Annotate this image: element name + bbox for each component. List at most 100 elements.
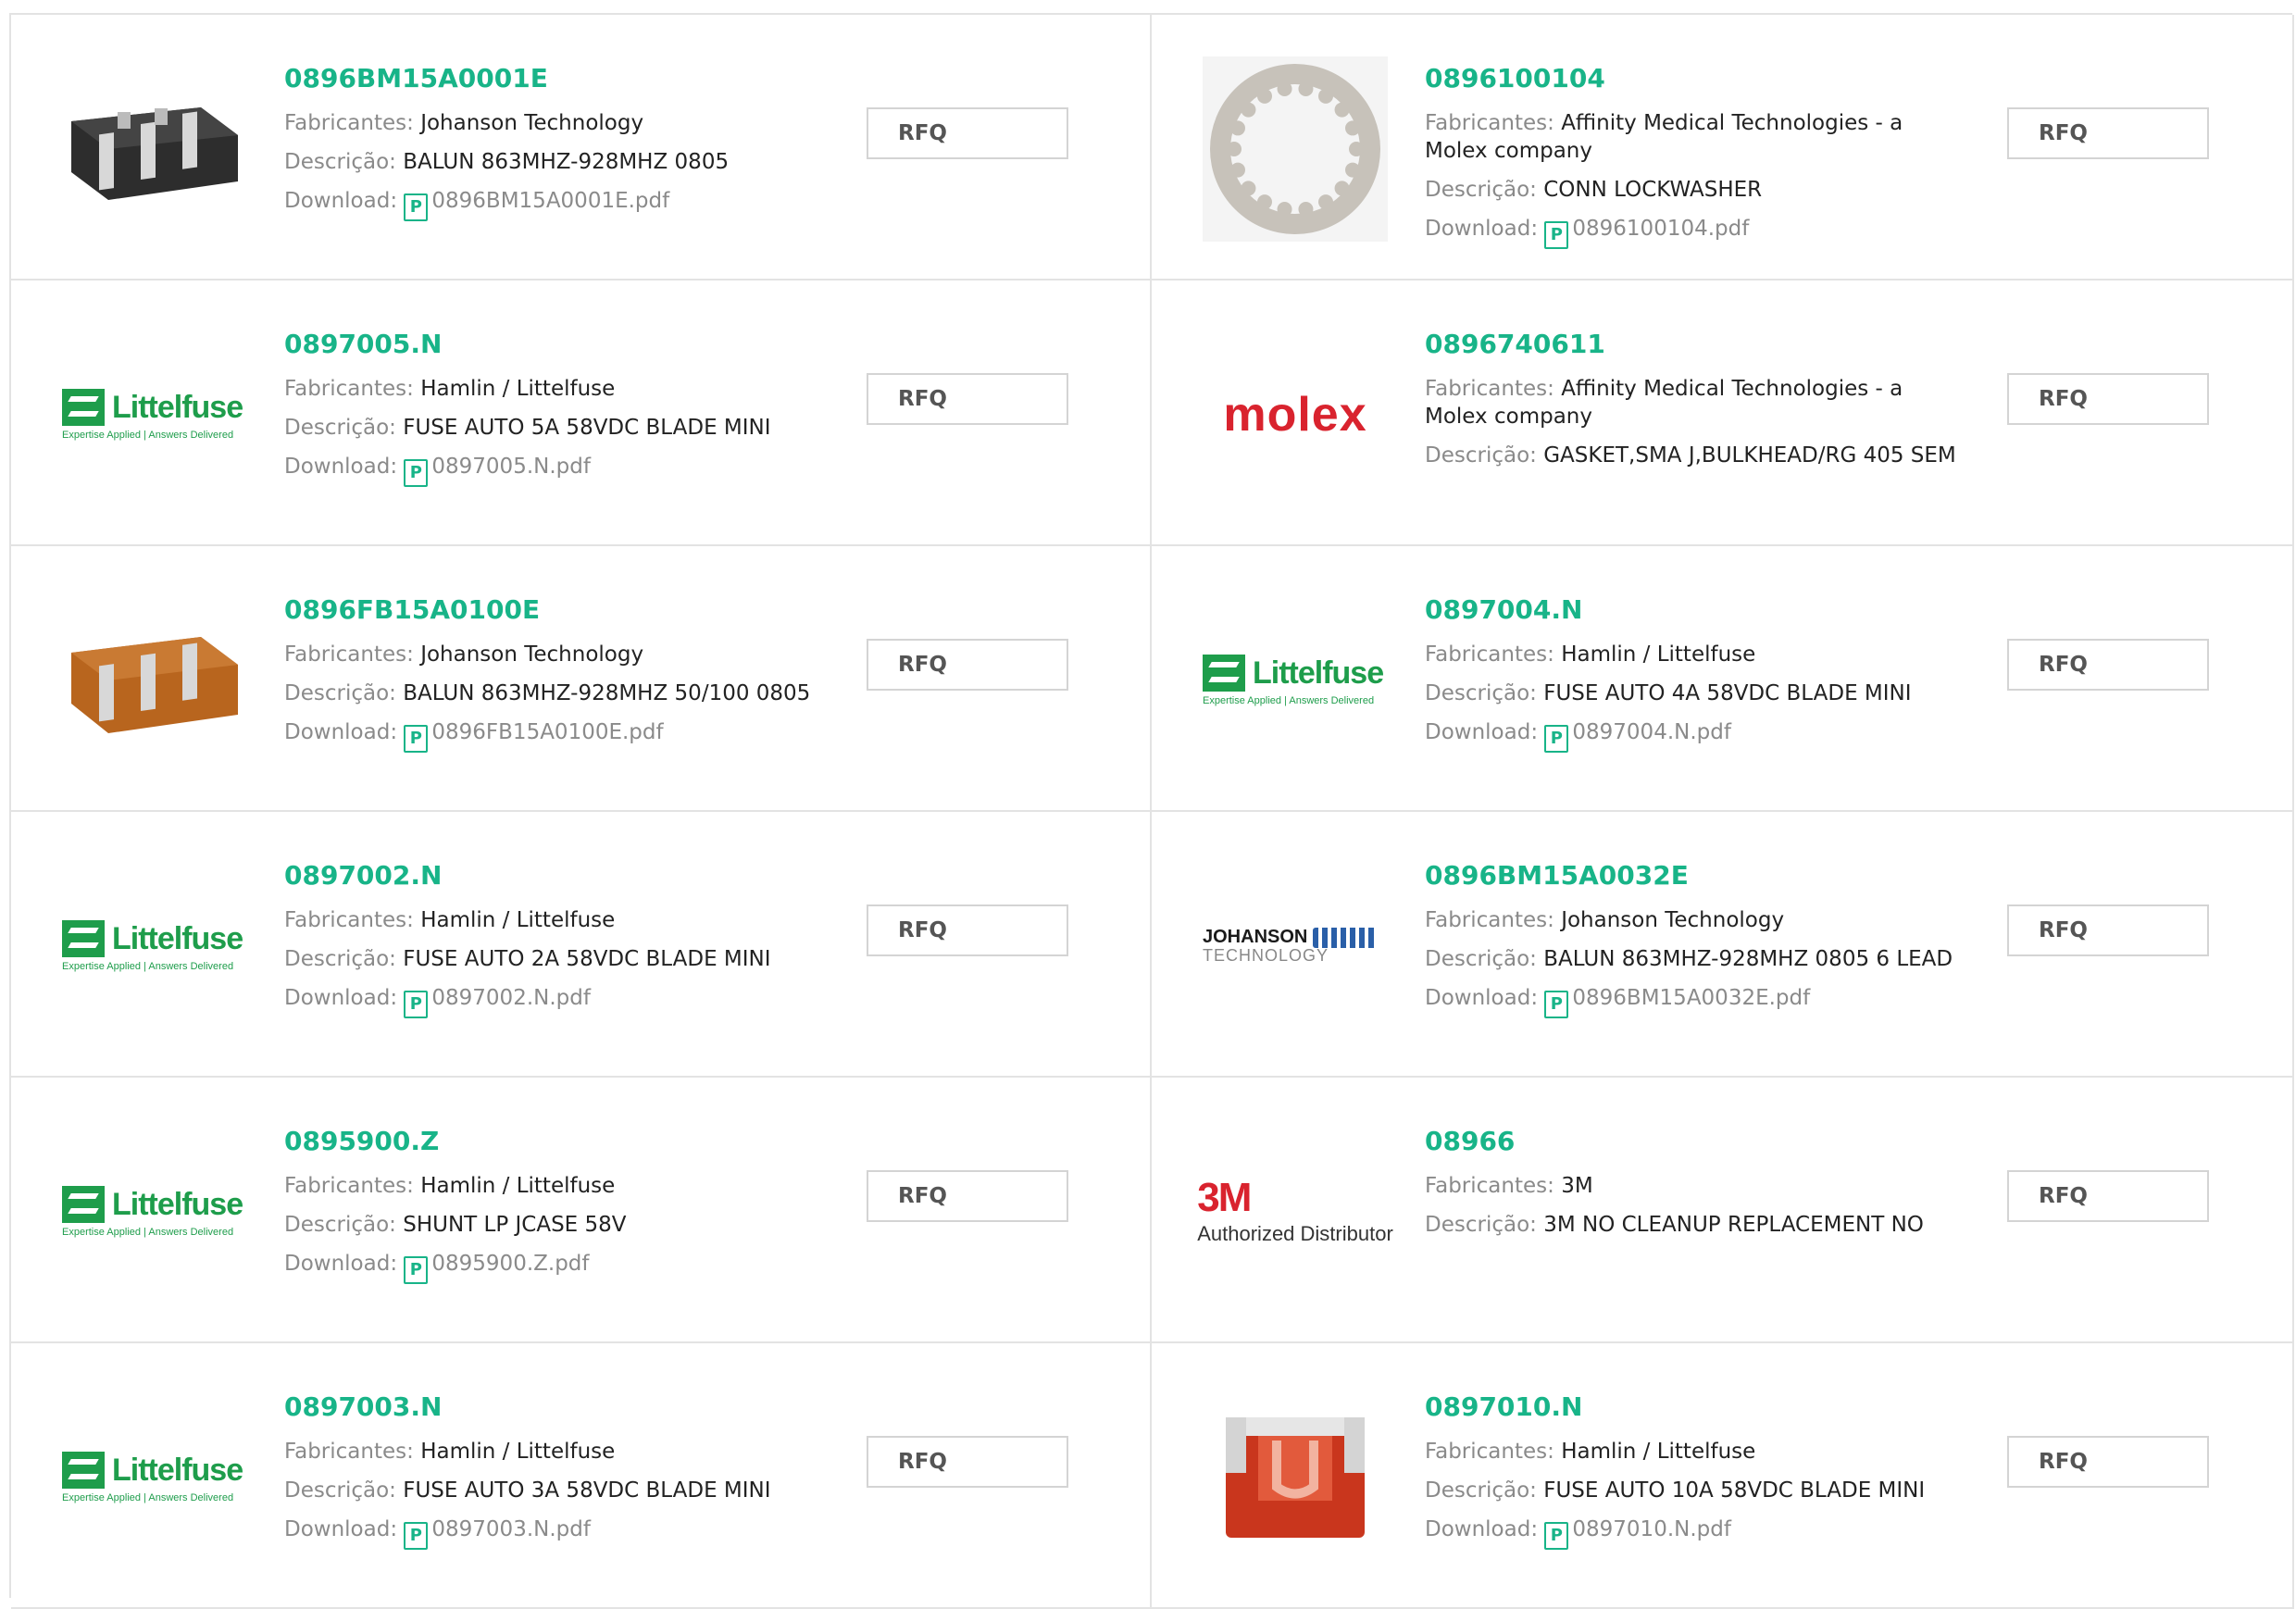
product-grid: 0896BM15A0001E Fabricantes: Johanson Tec… <box>9 13 2294 1609</box>
datasheet-link[interactable]: P 0895900.Z.pdf <box>404 1252 590 1284</box>
rfq-button[interactable]: RFQ <box>867 1170 1068 1222</box>
download-label: Download: <box>284 189 405 213</box>
part-number-link[interactable]: 0897002.N <box>284 860 840 892</box>
rfq-button[interactable]: RFQ <box>867 904 1068 956</box>
datasheet-link[interactable]: P 0896FB15A0100E.pdf <box>404 720 664 753</box>
download-row: Download: P 0895900.Z.pdf <box>284 1250 840 1284</box>
manufacturer-label: Fabricantes: <box>284 1174 421 1198</box>
rfq-button[interactable]: RFQ <box>2007 904 2209 956</box>
product-info: 0896740611 Fabricantes: Affinity Medical… <box>1425 329 1980 480</box>
description-label: Descrição: <box>1425 1213 1544 1237</box>
datasheet-filename: 0896BM15A0032E.pdf <box>1572 986 1811 1010</box>
littelfuse-mark-icon <box>62 1452 105 1489</box>
product-thumbnail[interactable] <box>57 588 252 773</box>
download-label: Download: <box>284 1517 405 1541</box>
rfq-button[interactable]: RFQ <box>2007 373 2209 425</box>
datasheet-filename: 0897003.N.pdf <box>431 1517 591 1541</box>
datasheet-filename: 0897005.N.pdf <box>431 455 591 479</box>
description-row: Descrição: GASKET,SMA J,BULKHEAD/RG 405 … <box>1425 442 1980 469</box>
datasheet-link[interactable]: P 0897003.N.pdf <box>404 1517 591 1550</box>
download-row: Download: P 0896BM15A0032E.pdf <box>1425 984 1980 1018</box>
littelfuse-mark-icon <box>62 389 105 426</box>
datasheet-filename: 0897004.N.pdf <box>1572 720 1731 744</box>
littelfuse-logo: Littelfuse Expertise Applied | Answers D… <box>1203 655 1388 706</box>
download-label: Download: <box>1425 720 1545 744</box>
part-number-link[interactable]: 0897004.N <box>1425 594 1980 626</box>
rfq-button[interactable]: RFQ <box>2007 1170 2209 1222</box>
littelfuse-logo: Littelfuse Expertise Applied | Answers D… <box>62 920 247 972</box>
download-row: Download: P 0897003.N.pdf <box>284 1515 840 1550</box>
part-number-link[interactable]: 0895900.Z <box>284 1126 840 1157</box>
part-number-link[interactable]: 0896BM15A0032E <box>1425 860 1980 892</box>
part-number-link[interactable]: 0896740611 <box>1425 329 1980 360</box>
download-row: Download: P 0897002.N.pdf <box>284 984 840 1018</box>
product-info: 0897004.N Fabricantes: Hamlin / Littelfu… <box>1425 594 1980 764</box>
part-number-link[interactable]: 08966 <box>1425 1126 1980 1157</box>
description-value: 3M NO CLEANUP REPLACEMENT NO <box>1543 1213 1924 1237</box>
part-number-link[interactable]: 0897010.N <box>1425 1391 1980 1423</box>
rfq-button[interactable]: RFQ <box>2007 107 2209 159</box>
rfq-button[interactable]: RFQ <box>867 1436 1068 1488</box>
littelfuse-tagline: Expertise Applied | Answers Delivered <box>1203 695 1375 706</box>
description-label: Descrição: <box>1425 443 1544 468</box>
manufacturer-value: Hamlin / Littelfuse <box>420 908 616 932</box>
datasheet-link[interactable]: P 0896BM15A0001E.pdf <box>404 189 669 221</box>
product-thumbnail[interactable] <box>1198 56 1392 242</box>
datasheet-link[interactable]: P 0897004.N.pdf <box>1544 720 1731 753</box>
manufacturer-row: Fabricantes: Hamlin / Littelfuse <box>284 375 840 403</box>
description-row: Descrição: BALUN 863MHZ-928MHZ 0805 6 LE… <box>1425 945 1980 973</box>
datasheet-link[interactable]: P 0896100104.pdf <box>1544 217 1749 249</box>
littelfuse-mark-icon <box>62 1186 105 1223</box>
manufacturer-value: 3M <box>1561 1174 1593 1198</box>
description-row: Descrição: FUSE AUTO 5A 58VDC BLADE MINI <box>284 414 840 442</box>
product-card: molex 0896740611 Fabricantes: Affinity M… <box>1152 281 2294 546</box>
datasheet-link[interactable]: P 0897010.N.pdf <box>1544 1517 1731 1550</box>
product-thumbnail[interactable] <box>57 56 252 242</box>
product-thumbnail[interactable]: Littelfuse Expertise Applied | Answers D… <box>1198 588 1392 773</box>
product-thumbnail[interactable]: JOHANSON TECHNOLOGY <box>1198 854 1392 1039</box>
product-thumbnail[interactable]: Littelfuse Expertise Applied | Answers D… <box>57 1119 252 1304</box>
product-thumbnail[interactable]: 3M Authorized Distributor <box>1197 1119 1393 1304</box>
description-value: FUSE AUTO 3A 58VDC BLADE MINI <box>403 1478 771 1503</box>
manufacturer-label: Fabricantes: <box>1425 642 1562 667</box>
description-value: BALUN 863MHZ-928MHZ 0805 6 LEAD <box>1543 947 1953 971</box>
part-number-link[interactable]: 0896BM15A0001E <box>284 63 840 94</box>
part-number-link[interactable]: 0897003.N <box>284 1391 840 1423</box>
pdf-icon: P <box>1544 725 1569 753</box>
rfq-button[interactable]: RFQ <box>2007 1436 2209 1488</box>
manufacturer-label: Fabricantes: <box>284 642 421 667</box>
rfq-button[interactable]: RFQ <box>867 639 1068 691</box>
product-info: 0897005.N Fabricantes: Hamlin / Littelfu… <box>284 329 840 498</box>
description-value: BALUN 863MHZ-928MHZ 0805 <box>403 150 730 174</box>
rfq-button[interactable]: RFQ <box>2007 639 2209 691</box>
download-label: Download: <box>284 455 405 479</box>
datasheet-link[interactable]: P 0897005.N.pdf <box>404 455 591 487</box>
product-info: 0896BM15A0032E Fabricantes: Johanson Tec… <box>1425 860 1980 1029</box>
product-thumbnail[interactable]: Littelfuse Expertise Applied | Answers D… <box>57 1385 252 1570</box>
product-card: 0896BM15A0001E Fabricantes: Johanson Tec… <box>11 15 1152 281</box>
manufacturer-row: Fabricantes: Hamlin / Littelfuse <box>284 1438 840 1466</box>
manufacturer-row: Fabricantes: Hamlin / Littelfuse <box>284 1172 840 1200</box>
3m-wordmark: 3M <box>1197 1175 1252 1220</box>
product-thumbnail[interactable]: molex <box>1198 322 1392 507</box>
product-info: 0897010.N Fabricantes: Hamlin / Littelfu… <box>1425 1391 1980 1561</box>
littelfuse-tagline: Expertise Applied | Answers Delivered <box>62 961 234 972</box>
rfq-button[interactable]: RFQ <box>867 107 1068 159</box>
part-number-link[interactable]: 0897005.N <box>284 329 840 360</box>
littelfuse-wordmark: Littelfuse <box>112 920 243 956</box>
product-thumbnail[interactable] <box>1198 1385 1392 1570</box>
product-thumbnail[interactable]: Littelfuse Expertise Applied | Answers D… <box>57 322 252 507</box>
pdf-icon: P <box>1544 221 1569 249</box>
description-row: Descrição: 3M NO CLEANUP REPLACEMENT NO <box>1425 1211 1980 1239</box>
datasheet-link[interactable]: P 0897002.N.pdf <box>404 986 591 1018</box>
datasheet-link[interactable]: P 0896BM15A0032E.pdf <box>1544 986 1811 1018</box>
download-row: Download: P 0897004.N.pdf <box>1425 718 1980 753</box>
description-row: Descrição: FUSE AUTO 10A 58VDC BLADE MIN… <box>1425 1477 1980 1504</box>
rfq-button[interactable]: RFQ <box>867 373 1068 425</box>
part-number-link[interactable]: 0896FB15A0100E <box>284 594 840 626</box>
pdf-icon: P <box>404 459 429 487</box>
manufacturer-label: Fabricantes: <box>1425 377 1562 401</box>
product-thumbnail[interactable]: Littelfuse Expertise Applied | Answers D… <box>57 854 252 1039</box>
fuse-image <box>1226 1417 1365 1538</box>
part-number-link[interactable]: 0896100104 <box>1425 63 1980 94</box>
